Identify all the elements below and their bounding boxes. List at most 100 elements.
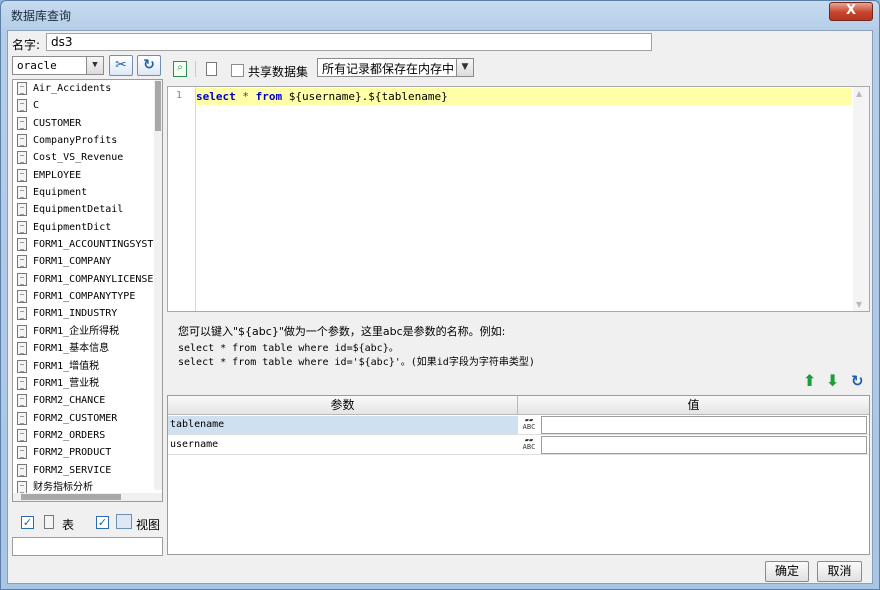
sql-token: * <box>235 90 256 103</box>
table-icon <box>17 203 27 217</box>
database-query-dialog: 数据库查询 X 名字: ds3 oracle ▼ ✂ ↻ Air_Acciden… <box>0 0 880 590</box>
list-item[interactable]: CompanyProfits <box>13 132 162 149</box>
list-item[interactable]: EMPLOYEE <box>13 167 162 184</box>
list-item-label: FORM1_COMPANYTYPE <box>33 291 136 303</box>
list-item[interactable]: FORM2_ORDERS <box>13 427 162 444</box>
table-icon <box>17 324 27 338</box>
close-icon: X <box>845 3 857 18</box>
list-item-label: FORM1_COMPANYLICENSE <box>33 273 154 285</box>
param-value-input[interactable] <box>541 436 867 454</box>
list-item[interactable]: FORM1_基本信息 <box>13 340 162 357</box>
name-input[interactable]: ds3 <box>46 33 652 51</box>
list-item[interactable]: FORM2_CHANCE <box>13 392 162 409</box>
abc-type-icon[interactable]: ▰▰ ABC <box>519 437 539 453</box>
connect-button[interactable]: ✂ <box>109 55 133 76</box>
new-doc-icon[interactable] <box>206 62 217 76</box>
move-down-icon[interactable]: ⬇ <box>826 371 839 390</box>
list-item[interactable]: FORM1_COMPANY <box>13 253 162 270</box>
close-button[interactable]: X <box>829 2 873 21</box>
list-item-label: FORM1_营业税 <box>33 377 100 389</box>
scroll-down-icon[interactable]: ▼ <box>856 300 862 309</box>
list-item-label: EquipmentDetail <box>33 204 124 216</box>
table-icon <box>17 463 27 477</box>
table-icon <box>17 446 27 460</box>
list-item[interactable]: FORM1_增值税 <box>13 358 162 375</box>
table-icon <box>17 394 27 408</box>
title-bar[interactable]: 数据库查询 X <box>1 1 879 29</box>
table-row[interactable]: tablename ▰▰ ABC <box>168 416 869 435</box>
refresh-icon: ↻ <box>143 57 155 73</box>
dialog-body: 名字: ds3 oracle ▼ ✂ ↻ Air_Accidents C CUSTO… <box>7 30 873 584</box>
list-item[interactable]: FORM1_营业税 <box>13 375 162 392</box>
table-row[interactable]: username ▰▰ ABC <box>168 436 869 455</box>
parameter-table-header: 参数 值 <box>168 396 869 415</box>
list-item[interactable]: EquipmentDetail <box>13 201 162 218</box>
list-item-label: Cost_VS_Revenue <box>33 152 124 164</box>
ok-button[interactable]: 确定 <box>765 561 809 582</box>
refresh-params-icon[interactable]: ↻ <box>851 372 864 390</box>
list-item[interactable]: FORM1_COMPANYLICENSE <box>13 271 162 288</box>
vscroll-thumb[interactable] <box>155 81 161 131</box>
list-item[interactable]: FORM2_PRODUCT <box>13 444 162 461</box>
list-item[interactable]: FORM1_COMPANYTYPE <box>13 288 162 305</box>
column-header-param[interactable]: 参数 <box>168 396 518 415</box>
table-icon <box>17 272 27 286</box>
column-header-value[interactable]: 值 <box>518 396 869 415</box>
share-dataset-checkbox[interactable] <box>231 64 244 77</box>
list-item-label: 财务指标分析 <box>33 481 93 493</box>
sql-editor[interactable]: 1 select * from ${username}.${tablename}… <box>167 86 870 312</box>
list-item[interactable]: CUSTOMER <box>13 115 162 132</box>
list-item-label: C <box>33 100 40 112</box>
parameter-example-1: select * from table where id=${abc}。 <box>178 343 399 354</box>
table-filter-checkbox[interactable]: ✓ <box>21 516 34 529</box>
list-item-label: FORM1_COMPANY <box>33 256 112 268</box>
scroll-up-icon[interactable]: ▲ <box>856 89 862 98</box>
list-item[interactable]: FORM1_INDUSTRY <box>13 305 162 322</box>
table-filter-label: 表 <box>62 518 75 532</box>
view-filter-label: 视图 <box>136 518 161 532</box>
preview-icon[interactable]: ⌕ <box>173 61 187 77</box>
chevron-down-icon: ▼ <box>456 59 473 76</box>
connection-select[interactable]: oracle ▼ <box>12 56 104 75</box>
table-search-input[interactable] <box>12 537 163 556</box>
list-item[interactable]: FORM1_企业所得税 <box>13 323 162 340</box>
list-item-label: FORM2_CUSTOMER <box>33 412 118 424</box>
table-list-hscroll[interactable] <box>13 493 162 501</box>
list-item[interactable]: FORM2_SERVICE <box>13 462 162 479</box>
list-item[interactable]: EquipmentDict <box>13 219 162 236</box>
list-item[interactable]: Equipment <box>13 184 162 201</box>
sql-token: ${username}.${tablename} <box>282 90 448 103</box>
cancel-button[interactable]: 取消 <box>817 561 862 582</box>
hscroll-thumb[interactable] <box>21 494 121 500</box>
param-name: username <box>170 439 219 450</box>
view-filter-checkbox[interactable]: ✓ <box>96 516 109 529</box>
param-value-input[interactable] <box>541 416 867 434</box>
table-icon <box>17 290 27 304</box>
table-icon <box>44 515 54 529</box>
list-item[interactable]: C <box>13 97 162 114</box>
table-icon <box>17 342 27 356</box>
table-icon <box>17 220 27 234</box>
list-item-label: FORM2_SERVICE <box>33 464 112 476</box>
table-icon <box>17 186 27 200</box>
editor-vscroll[interactable]: ▲ ▼ <box>853 87 869 311</box>
abc-type-icon[interactable]: ▰▰ ABC <box>519 417 539 433</box>
list-item-label: EMPLOYEE <box>33 169 82 181</box>
table-icon <box>17 480 27 494</box>
refresh-button[interactable]: ↻ <box>137 55 161 76</box>
table-icon <box>17 238 27 252</box>
move-up-icon[interactable]: ⬆ <box>803 371 816 390</box>
list-item[interactable]: FORM1_ACCOUNTINGSYSTEM <box>13 236 162 253</box>
list-item[interactable]: Air_Accidents <box>13 80 162 97</box>
list-item-label: Air_Accidents <box>33 83 112 94</box>
memory-mode-select[interactable]: 所有记录都保存在内存中 ▼ <box>317 58 474 77</box>
code-line[interactable]: select * from ${username}.${tablename} <box>196 88 852 105</box>
list-item[interactable]: FORM2_CUSTOMER <box>13 410 162 427</box>
table-icon <box>17 168 27 182</box>
table-list[interactable]: Air_Accidents C CUSTOMER CompanyProfits Cost… <box>12 79 163 502</box>
table-list-vscroll[interactable] <box>154 80 162 490</box>
line-number: 1 <box>176 90 183 101</box>
table-icon <box>17 411 27 425</box>
list-item[interactable]: Cost_VS_Revenue <box>13 149 162 166</box>
sql-token: from <box>255 90 283 103</box>
